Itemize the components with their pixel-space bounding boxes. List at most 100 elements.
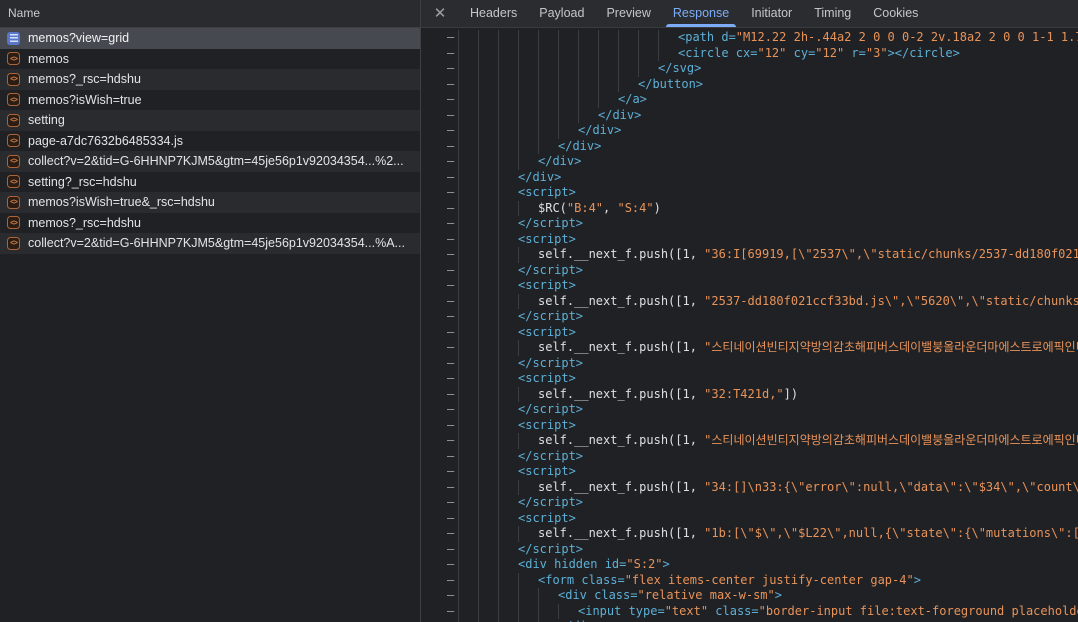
network-request-row[interactable]: <>memos — [0, 49, 420, 70]
code-gutter: – — [421, 309, 458, 325]
network-request-row[interactable]: <>memos?_rsc=hdshu — [0, 213, 420, 234]
fold-marker-icon[interactable]: – — [447, 387, 454, 401]
fold-marker-icon[interactable]: – — [447, 92, 454, 106]
fetch-type-icon: <> — [7, 114, 20, 127]
code-token: "3" — [866, 46, 888, 60]
fold-marker-icon[interactable]: – — [447, 170, 454, 184]
response-code-viewer[interactable]: –<path d="M12.22 2h-.44a2 2 0 0 0-2 2v.1… — [421, 29, 1078, 622]
tab-response[interactable]: Response — [662, 0, 740, 27]
code-text: <input type="text" class="border-input f… — [578, 604, 1078, 620]
tab-cookies[interactable]: Cookies — [862, 0, 929, 27]
indent-guide — [498, 557, 518, 573]
indent-guide — [458, 201, 478, 217]
fold-marker-icon[interactable]: – — [447, 433, 454, 447]
fold-marker-icon[interactable]: – — [447, 604, 454, 618]
code-text: $RC("B:4", "S:4") — [538, 201, 661, 217]
code-text: </div> — [578, 123, 621, 139]
name-column-header[interactable]: Name — [0, 0, 420, 28]
network-request-row[interactable]: <>page-a7dc7632b6485334.js — [0, 131, 420, 152]
fetch-type-icon: <> — [7, 73, 20, 86]
indent-guide — [498, 495, 518, 511]
fold-marker-icon[interactable]: – — [447, 185, 454, 199]
code-text: <script> — [518, 185, 576, 201]
fold-marker-icon[interactable]: – — [447, 232, 454, 246]
fold-marker-icon[interactable]: – — [447, 511, 454, 525]
code-text: </script> — [518, 263, 583, 279]
indent-guide — [478, 278, 498, 294]
indent-guide — [518, 588, 538, 604]
fold-marker-icon[interactable]: – — [447, 201, 454, 215]
fold-marker-icon[interactable]: – — [447, 77, 454, 91]
code-gutter: – — [421, 449, 458, 465]
indent-guide — [458, 154, 478, 170]
fold-marker-icon[interactable]: – — [447, 418, 454, 432]
tab-headers[interactable]: Headers — [459, 0, 528, 27]
fold-marker-icon[interactable]: – — [447, 340, 454, 354]
fold-marker-icon[interactable]: – — [447, 108, 454, 122]
indent-guide — [518, 139, 538, 155]
code-token: "text" — [665, 604, 708, 618]
fold-marker-icon[interactable]: – — [447, 449, 454, 463]
code-gutter: – — [421, 526, 458, 542]
fold-marker-icon[interactable]: – — [447, 294, 454, 308]
fold-marker-icon[interactable]: – — [447, 371, 454, 385]
fold-marker-icon[interactable]: – — [447, 495, 454, 509]
network-request-row[interactable]: memos?view=grid — [0, 28, 420, 49]
indent-guide — [478, 77, 498, 93]
fold-marker-icon[interactable]: – — [447, 480, 454, 494]
tab-preview[interactable]: Preview — [595, 0, 661, 27]
network-request-row[interactable]: <>collect?v=2&tid=G-6HHNP7KJM5&gtm=45je5… — [0, 151, 420, 172]
fold-marker-icon[interactable]: – — [447, 278, 454, 292]
fold-marker-icon[interactable]: – — [447, 216, 454, 230]
fold-marker-icon[interactable]: – — [447, 588, 454, 602]
close-detail-button[interactable]: ✕ — [421, 0, 459, 27]
fold-marker-icon[interactable]: – — [447, 263, 454, 277]
indent-guide — [598, 30, 618, 46]
indent-guide — [458, 511, 478, 527]
detail-tabs: HeadersPayloadPreviewResponseInitiatorTi… — [459, 0, 929, 27]
fold-marker-icon[interactable]: – — [447, 61, 454, 75]
code-token: "34:[]\n33:{\"error\":null,\"data\":\"$3… — [704, 480, 1078, 494]
fold-marker-icon[interactable]: – — [447, 325, 454, 339]
fold-marker-icon[interactable]: – — [447, 139, 454, 153]
indent-guide — [538, 61, 558, 77]
fold-marker-icon[interactable]: – — [447, 464, 454, 478]
network-request-row[interactable]: <>memos?isWish=true&_rsc=hdshu — [0, 192, 420, 213]
fold-marker-icon[interactable]: – — [447, 46, 454, 60]
fold-marker-icon[interactable]: – — [447, 154, 454, 168]
fold-marker-icon[interactable]: – — [447, 356, 454, 370]
network-request-row[interactable]: <>collect?v=2&tid=G-6HHNP7KJM5&gtm=45je5… — [0, 233, 420, 254]
network-request-row[interactable]: <>memos?isWish=true — [0, 90, 420, 111]
indent-guide — [498, 263, 518, 279]
fold-marker-icon[interactable]: – — [447, 402, 454, 416]
network-request-row[interactable]: <>memos?_rsc=hdshu — [0, 69, 420, 90]
fetch-type-icon: <> — [7, 134, 20, 147]
fold-marker-icon[interactable]: – — [447, 247, 454, 261]
indent-guide — [558, 92, 578, 108]
code-line: – $RC("B:4", "S:4") — [421, 201, 1078, 217]
tab-initiator[interactable]: Initiator — [740, 0, 803, 27]
indent-guide — [538, 46, 558, 62]
tab-payload[interactable]: Payload — [528, 0, 595, 27]
fetch-type-icon: <> — [7, 155, 20, 168]
indent-guide — [498, 232, 518, 248]
fold-marker-icon[interactable]: – — [447, 526, 454, 540]
indent-guide — [498, 371, 518, 387]
indent-guide — [578, 77, 598, 93]
indent-guide — [478, 542, 498, 558]
fold-marker-icon[interactable]: – — [447, 557, 454, 571]
indent-guide — [458, 464, 478, 480]
fetch-type-icon: <> — [7, 216, 20, 229]
fold-marker-icon[interactable]: – — [447, 542, 454, 556]
fold-marker-icon[interactable]: – — [447, 123, 454, 137]
indent-guide — [458, 356, 478, 372]
code-token: <script> — [518, 232, 576, 246]
indent-guide — [458, 526, 478, 542]
network-request-row[interactable]: <>setting — [0, 110, 420, 131]
network-request-row[interactable]: <>setting?_rsc=hdshu — [0, 172, 420, 193]
fold-marker-icon[interactable]: – — [447, 30, 454, 44]
fold-marker-icon[interactable]: – — [447, 309, 454, 323]
tab-timing[interactable]: Timing — [803, 0, 862, 27]
code-token: </svg> — [658, 61, 701, 75]
fold-marker-icon[interactable]: – — [447, 573, 454, 587]
